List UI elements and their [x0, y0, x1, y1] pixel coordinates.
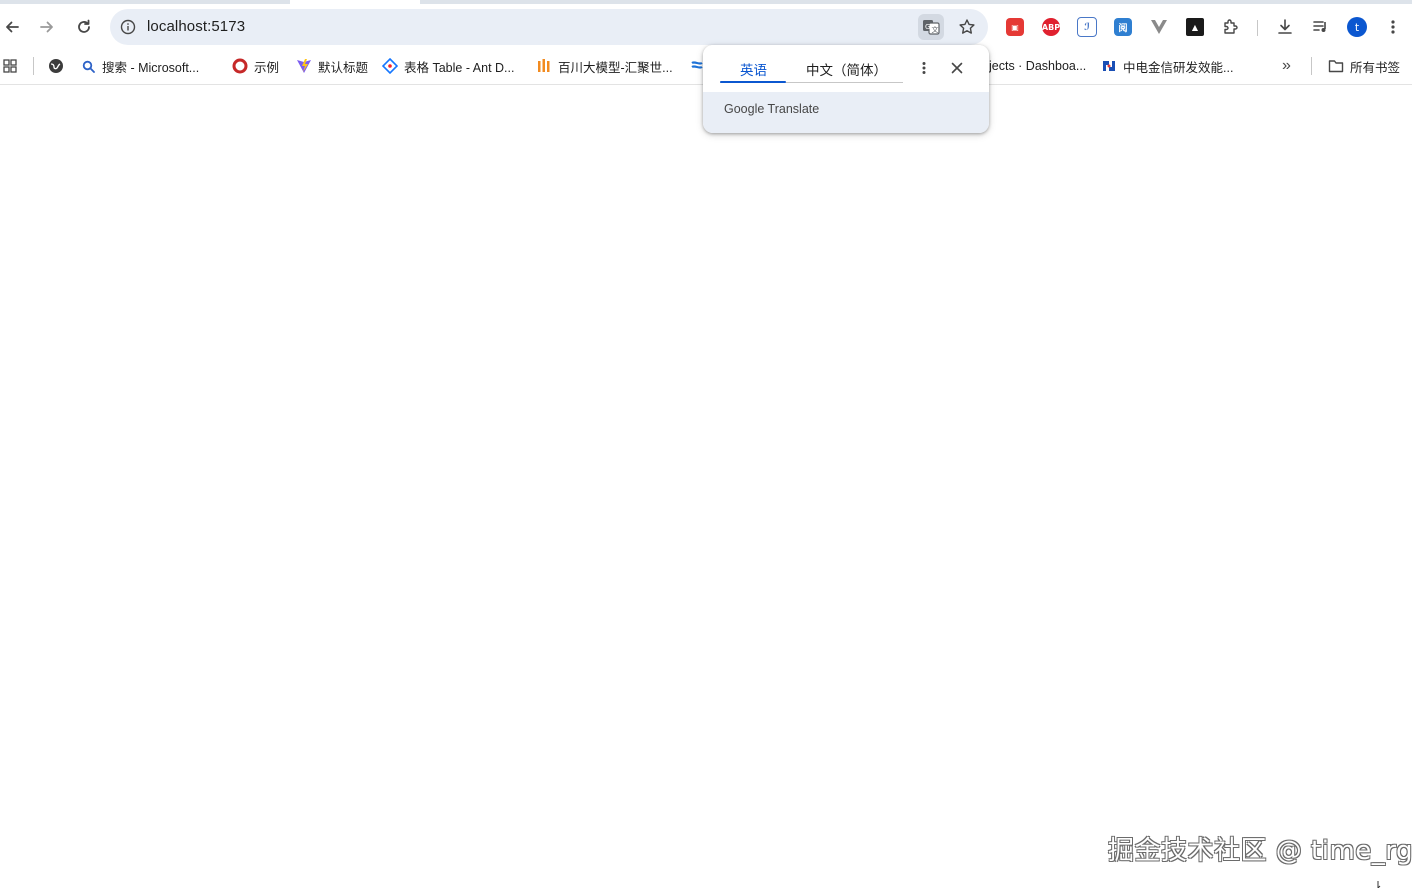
vue-devtools-button[interactable]: [1148, 16, 1170, 38]
dictionary-icon: ℐ: [1077, 17, 1097, 37]
svg-text:G: G: [925, 23, 930, 31]
folder-icon: [1328, 58, 1344, 74]
translate-footer: Google Translate: [703, 92, 989, 133]
arrow-left-icon: [6, 21, 19, 33]
bookmark-label: 示例: [254, 60, 280, 75]
svg-text:文: 文: [932, 25, 939, 34]
reload-icon: [78, 19, 90, 33]
bookmark-item[interactable]: 百川大模型-汇聚世...: [536, 56, 673, 76]
globe-icon: [49, 59, 63, 73]
bookmark-item[interactable]: 表格 Table - Ant D...: [382, 56, 514, 76]
extensions-button[interactable]: [1220, 16, 1242, 38]
browser-toolbar: localhost:5173 G文 ▣ ABP ℐ 阅 ▲ t: [0, 6, 1412, 48]
translate-helper-icon: 阅: [1114, 18, 1132, 36]
baichuan-icon: [536, 58, 552, 74]
vite-icon: [296, 58, 312, 74]
dictionary-extension-button[interactable]: ℐ: [1076, 16, 1098, 38]
apps-grid-icon: [3, 59, 17, 73]
dark-extension-button[interactable]: ▲: [1184, 16, 1206, 38]
all-bookmarks-label: 所有书签: [1350, 60, 1401, 75]
translate-page-button[interactable]: G文: [918, 14, 944, 40]
bookmark-label: jects · Dashboa...: [989, 59, 1087, 73]
chrome-menu-button[interactable]: [1382, 16, 1404, 38]
bookmark-label: 百川大模型-汇聚世...: [558, 60, 673, 75]
puzzle-icon: [1224, 19, 1238, 34]
bookmark-globe[interactable]: [48, 56, 64, 76]
translate-close-button[interactable]: [947, 58, 967, 78]
google-translate-brand: Google Translate: [724, 102, 820, 116]
bookmark-item[interactable]: jects · Dashboa...: [989, 56, 1086, 76]
tab-strip-segment: [420, 0, 1412, 4]
bookmarks-divider: [33, 57, 34, 75]
url-text[interactable]: localhost:5173: [147, 18, 245, 35]
bookmark-label: 搜索 - Microsoft...: [102, 60, 200, 75]
translate-options-button[interactable]: [915, 59, 933, 77]
media-controls-button[interactable]: [1310, 16, 1332, 38]
red-circle-icon: [232, 58, 248, 74]
adblock-plus-button[interactable]: ABP: [1040, 16, 1062, 38]
close-icon: [951, 62, 963, 74]
reload-button[interactable]: [69, 12, 99, 42]
gift-icon: ▣: [1006, 18, 1024, 36]
bookmark-item[interactable]: 默认标题: [296, 56, 368, 76]
forward-button[interactable]: [32, 12, 62, 42]
downloads-button[interactable]: [1274, 16, 1296, 38]
watermark: 掘金技术社区 @ time_rg: [1108, 836, 1412, 866]
ant-design-icon: [382, 58, 398, 74]
bookmark-label: 中电金信研发效能...: [1123, 60, 1234, 75]
dark-extension-icon: ▲: [1186, 18, 1204, 36]
arrow-right-icon: [40, 21, 53, 33]
company-logo-icon: [1101, 58, 1117, 74]
bookmarks-divider: [1311, 57, 1312, 75]
more-vertical-icon: [1391, 20, 1395, 34]
adblock-icon: ABP: [1042, 18, 1060, 36]
google-translate-icon: G文: [923, 20, 940, 35]
tab-strip-segment: [0, 0, 290, 4]
profile-avatar[interactable]: t: [1347, 17, 1367, 37]
tab-target-language[interactable]: 中文（简体）: [806, 59, 887, 79]
download-icon: [1278, 19, 1292, 34]
bookmark-label: 默认标题: [318, 60, 369, 75]
bookmark-star-button[interactable]: [955, 15, 979, 39]
mouse-cursor-icon: [1377, 881, 1381, 888]
more-vertical-icon: [922, 62, 926, 74]
search-icon: [80, 58, 96, 74]
bookmarks-overflow-button[interactable]: »: [1282, 56, 1291, 76]
back-button[interactable]: [0, 12, 27, 42]
toolbar-divider: [1257, 20, 1258, 36]
tab-source-language[interactable]: 英语: [740, 59, 767, 79]
gift-extension-button[interactable]: ▣: [1004, 16, 1026, 38]
address-bar[interactable]: localhost:5173 G文: [110, 9, 988, 45]
bookmark-item[interactable]: 搜索 - Microsoft...: [80, 56, 199, 76]
bookmark-item[interactable]: 示例: [232, 56, 279, 76]
translate-popup: 英语 中文（简体） Google Translate: [703, 45, 989, 133]
media-queue-icon: [1313, 21, 1326, 32]
vue-icon: [1151, 20, 1167, 34]
all-bookmarks-button[interactable]: 所有书签: [1328, 56, 1400, 76]
active-tab-indicator: [720, 81, 786, 83]
translate-helper-button[interactable]: 阅: [1112, 16, 1134, 38]
translate-tabs: 英语 中文（简体）: [703, 45, 989, 92]
site-info-icon[interactable]: [118, 17, 138, 37]
bookmark-item[interactable]: 中电金信研发效能...: [1101, 56, 1233, 76]
bookmark-label: 表格 Table - Ant D...: [404, 60, 515, 75]
star-icon: [959, 19, 975, 34]
apps-button[interactable]: [3, 56, 17, 76]
